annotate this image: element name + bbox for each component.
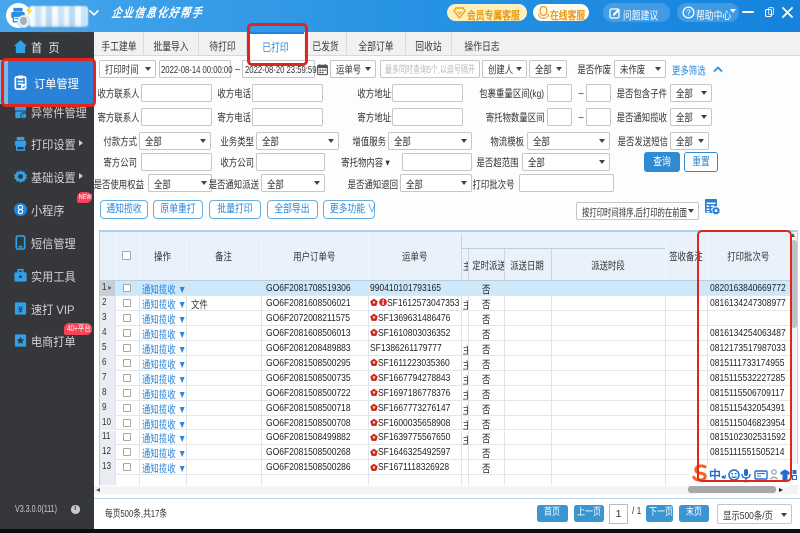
svg-text:¥: ¥ xyxy=(18,304,23,314)
svg-text:?: ? xyxy=(686,7,691,17)
svg-text:!: ! xyxy=(23,113,24,118)
